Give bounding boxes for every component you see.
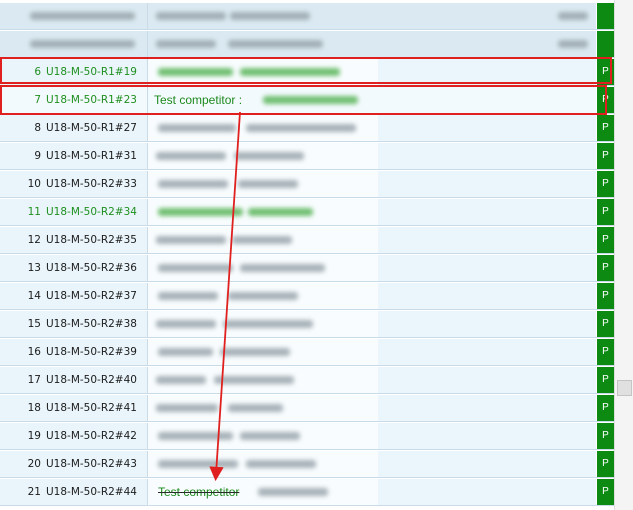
annotation-arrow <box>209 111 241 482</box>
